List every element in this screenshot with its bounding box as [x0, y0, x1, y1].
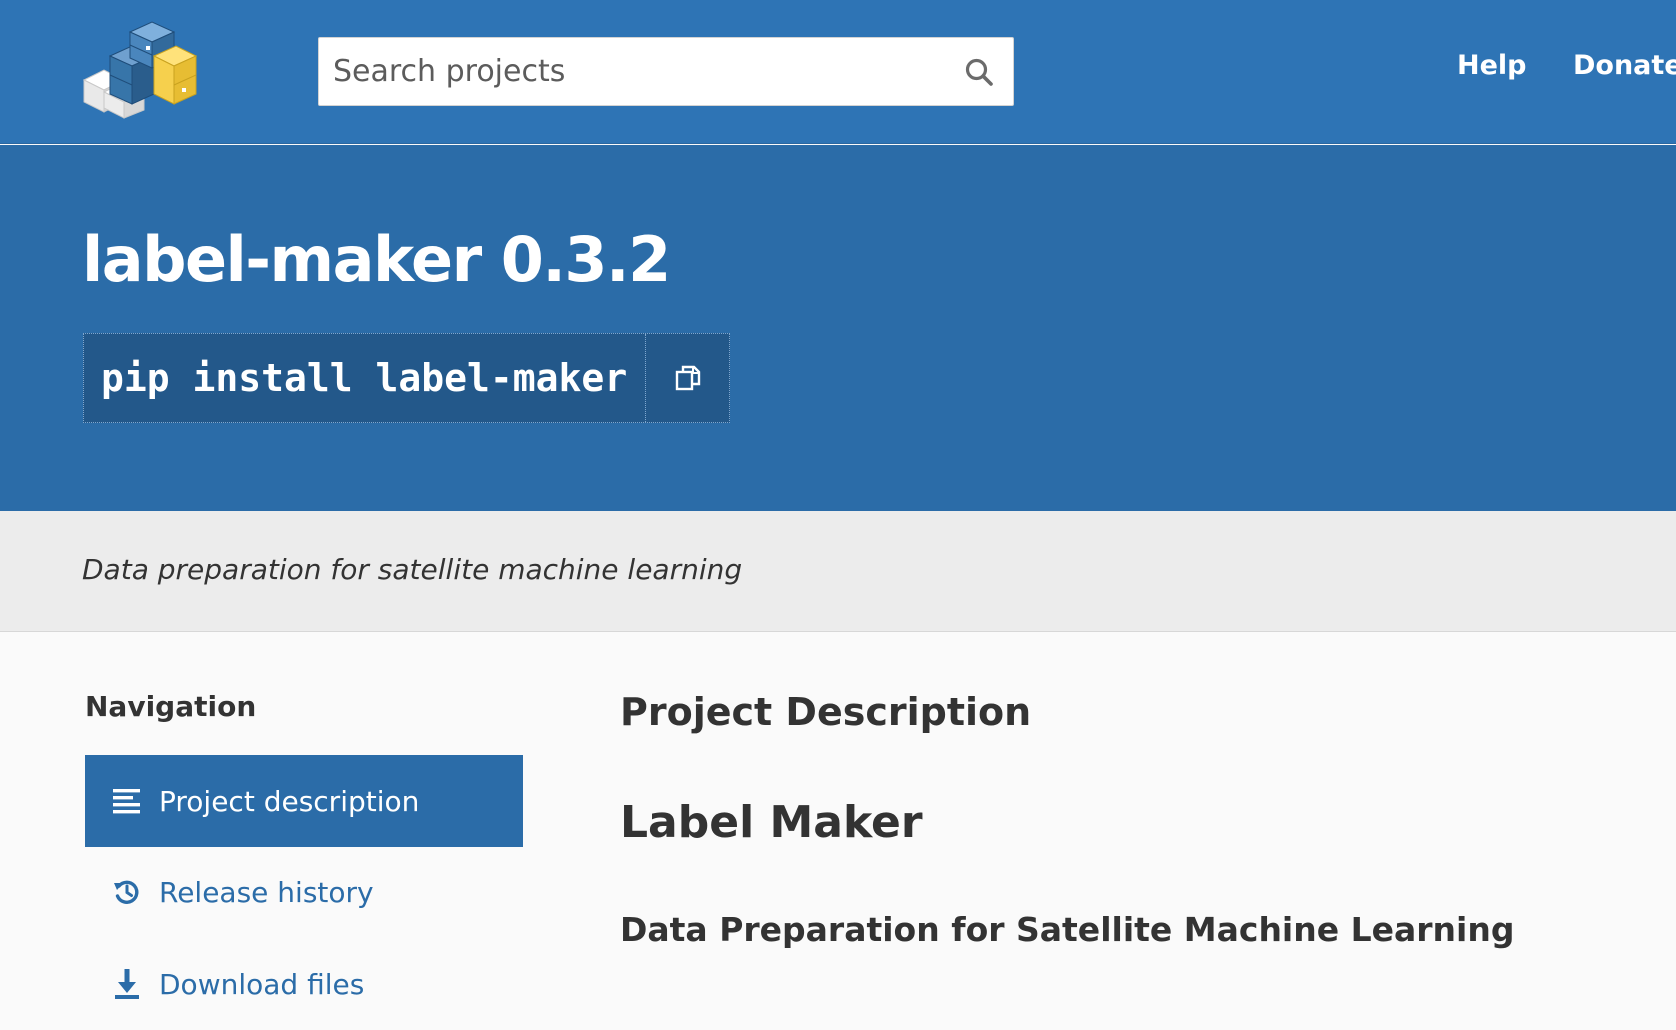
readme-subtitle: Data Preparation for Satellite Machine L… — [620, 910, 1515, 949]
package-summary: Data preparation for satellite machine l… — [82, 553, 743, 586]
search-button[interactable] — [955, 48, 1003, 96]
pypi-logo[interactable] — [82, 18, 198, 120]
copy-button[interactable] — [645, 334, 729, 422]
download-icon — [111, 968, 143, 1000]
align-left-icon — [111, 785, 143, 817]
project-description-heading: Project Description — [620, 690, 1032, 734]
sidebar-item-label: Release history — [159, 875, 374, 909]
site-header: Help Donate — [0, 0, 1676, 144]
history-icon — [111, 876, 143, 908]
readme-title: Label Maker — [620, 797, 923, 848]
search-icon — [965, 58, 993, 86]
package-banner: label-maker 0.3.2 pip install label-make… — [0, 145, 1676, 511]
sidebar-item-release-history[interactable]: Release history — [85, 846, 523, 938]
sidebar-item-label: Project description — [159, 784, 420, 818]
package-summary-strip: Data preparation for satellite machine l… — [0, 511, 1676, 632]
pip-install-command[interactable]: pip install label-maker — [84, 334, 645, 422]
sidebar-item-download-files[interactable]: Download files — [85, 938, 523, 1030]
sidebar-heading: Navigation — [85, 690, 257, 723]
pip-install-box: pip install label-maker — [83, 333, 731, 423]
sidebar-item-project-description[interactable]: Project description — [85, 755, 523, 847]
search-input[interactable] — [319, 38, 939, 105]
nav-help-link[interactable]: Help — [1457, 50, 1527, 81]
search-box — [318, 37, 1014, 106]
nav-donate-link[interactable]: Donate — [1573, 50, 1676, 81]
copy-icon — [675, 365, 700, 391]
package-title: label-maker 0.3.2 — [82, 223, 671, 296]
sidebar-item-label: Download files — [159, 967, 365, 1001]
